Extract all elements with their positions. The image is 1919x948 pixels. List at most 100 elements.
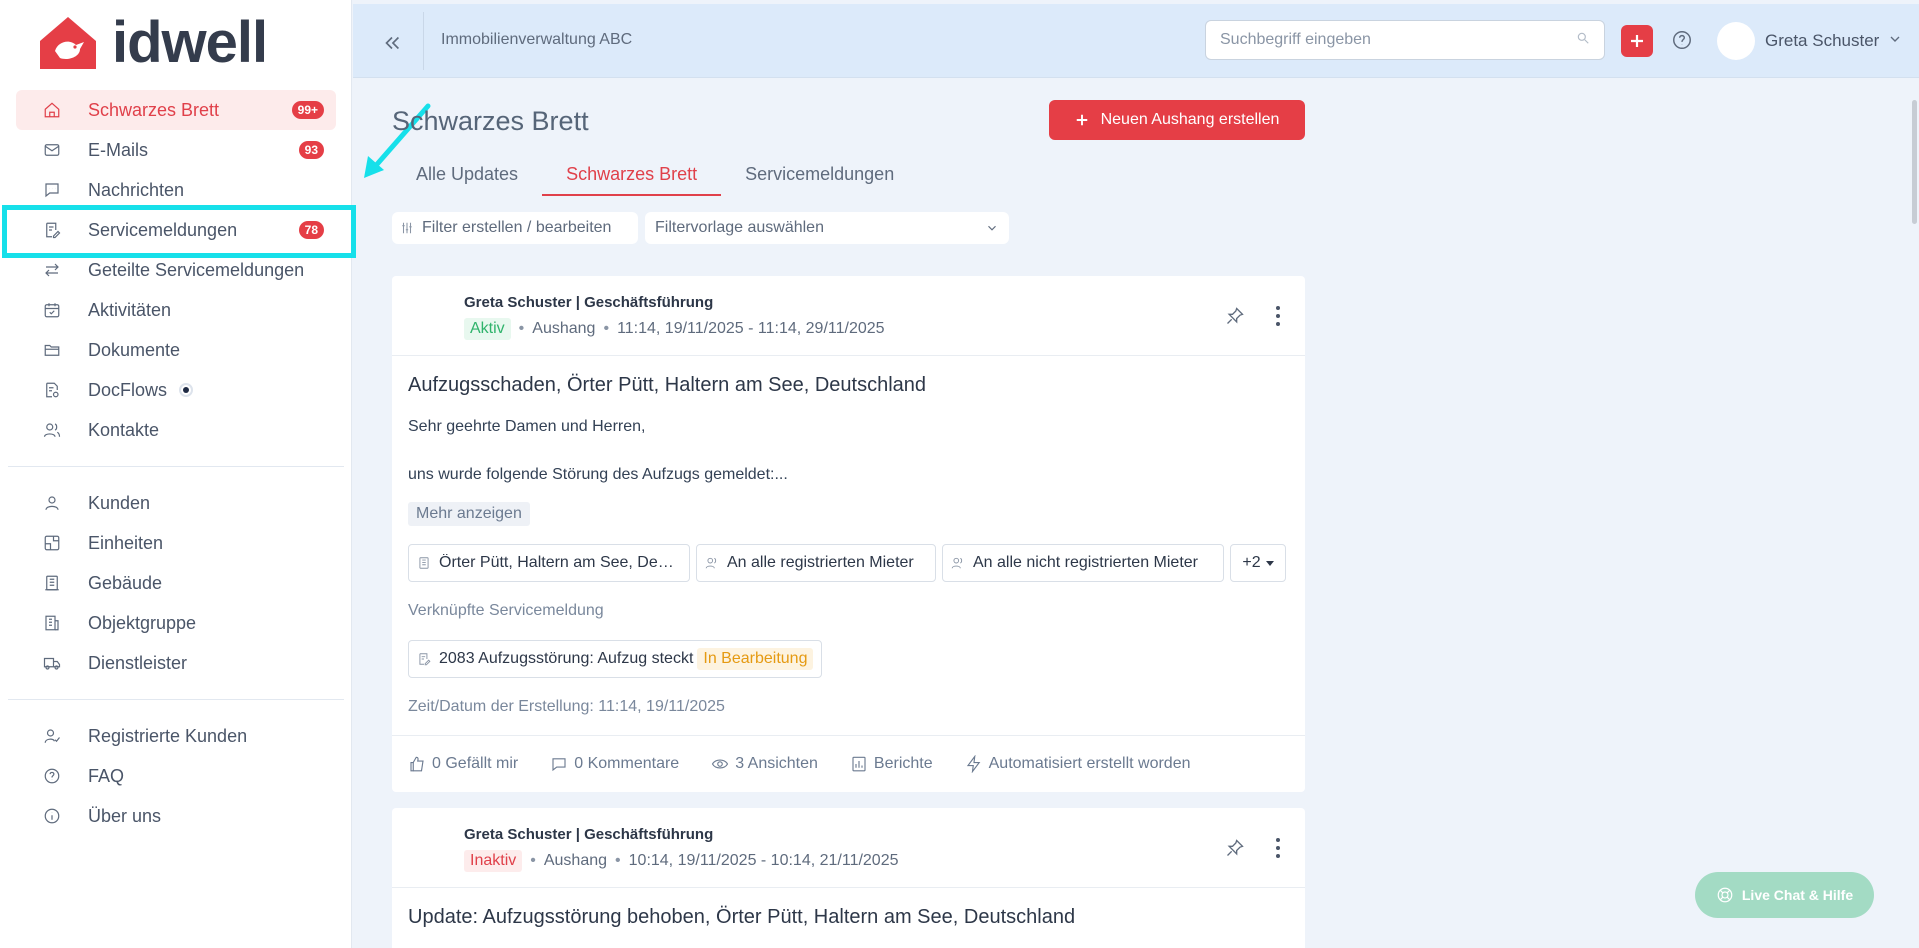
pin-button[interactable] (1225, 838, 1247, 860)
sidebar-item-dokumente[interactable]: Dokumente (16, 330, 336, 370)
sidebar-item-label: Nachrichten (88, 179, 185, 200)
filter-button[interactable]: Filter erstellen / bearbeiten (392, 212, 638, 244)
search-input[interactable] (1220, 31, 1576, 49)
unread-badge: 99+ (291, 101, 324, 119)
status-dot-icon (179, 383, 194, 397)
calendar-check-icon (42, 300, 62, 320)
info-circle-icon (42, 806, 62, 826)
more-options-button[interactable] (1271, 304, 1285, 328)
sidebar-item-label: Dienstleister (88, 652, 188, 673)
sidebar-item-servicemeldungen[interactable]: Servicemeldungen 78 (16, 210, 336, 250)
post-title[interactable]: Aufzugsschaden, Örter Pütt, Haltern am S… (408, 374, 926, 397)
sidebar-item-faq[interactable]: FAQ (16, 756, 336, 796)
building-icon (419, 557, 429, 569)
post-meta: Inaktiv • Aushang • 10:14, 19/11/2025 - … (464, 850, 899, 872)
reports-label: Berichte (873, 755, 933, 772)
linked-report-text: 2083 Aufzugsstörung: Aufzug steckt (439, 650, 694, 667)
users-icon (705, 557, 717, 569)
automation-note: Automatisiert erstellt worden (965, 755, 1190, 773)
sidebar-item-label: Einheiten (88, 532, 164, 553)
user-menu[interactable]: Greta Schuster (1717, 22, 1903, 60)
sidebar-item-label: Geteilte Servicemeldungen (88, 259, 305, 280)
pin-button[interactable] (1225, 306, 1247, 328)
filter-template-select[interactable]: Filtervorlage auswählen (645, 212, 1009, 244)
post-type: Aushang (532, 320, 596, 337)
sidebar-item-label: Servicemeldungen (88, 219, 238, 240)
sidebar-item-schwarzes-brett[interactable]: Schwarzes Brett 99+ (16, 90, 336, 130)
created-timestamp: Zeit/Datum der Erstellung: 11:14, 19/11/… (408, 698, 725, 715)
user-icon (42, 493, 62, 513)
mail-icon (42, 140, 62, 160)
sidebar-item-kunden[interactable]: Kunden (16, 483, 336, 523)
status-badge: Aktiv (464, 318, 511, 340)
show-more-button[interactable]: Mehr anzeigen (408, 502, 530, 526)
post-author[interactable]: Greta Schuster | Geschäftsführung (464, 826, 713, 843)
sidebar-nav: Schwarzes Brett 99+ E-Mails 93 Nachricht… (0, 90, 352, 836)
post-author[interactable]: Greta Schuster | Geschäftsführung (464, 294, 713, 311)
truck-icon (42, 653, 62, 673)
user-name: Greta Schuster (1765, 31, 1880, 50)
contacts-icon (42, 420, 62, 440)
sidebar-item-label: FAQ (88, 765, 125, 786)
like-button[interactable]: 0 Gefällt mir (408, 755, 518, 773)
sidebar-item-ueber-uns[interactable]: Über uns (16, 796, 336, 836)
status-badge: In Bearbeitung (697, 648, 814, 670)
sidebar-item-label: Schwarzes Brett (88, 99, 220, 120)
building-icon (42, 573, 62, 593)
service-report-icon (42, 220, 62, 240)
tab-servicemeldungen[interactable]: Servicemeldungen (721, 160, 918, 196)
avatar[interactable] (1717, 22, 1755, 60)
sidebar-item-einheiten[interactable]: Einheiten (16, 523, 336, 563)
logo-text: idwell (112, 10, 268, 75)
docflow-icon (42, 380, 62, 400)
comment-button[interactable]: 0 Kommentare (550, 755, 679, 773)
idwell-logo[interactable]: idwell (38, 10, 268, 75)
sidebar-item-objektgruppe[interactable]: Objektgruppe (16, 603, 336, 643)
live-chat-button[interactable]: Live Chat & Hilfe (1695, 872, 1874, 918)
sidebar-item-emails[interactable]: E-Mails 93 (16, 130, 336, 170)
linked-report-chip[interactable]: 2083 Aufzugsstörung: Aufzug steckt In Be… (408, 640, 823, 678)
tab-schwarzes-brett[interactable]: Schwarzes Brett (542, 160, 722, 196)
search-icon[interactable] (1576, 31, 1590, 50)
comment-count: 0 Kommentare (574, 755, 680, 772)
sidebar-item-aktivitaeten[interactable]: Aktivitäten (16, 290, 336, 330)
location-chip[interactable]: Örter Pütt, Haltern am See, Deutschland (408, 544, 690, 582)
collapse-sidebar-button[interactable] (377, 28, 407, 58)
views-button[interactable]: 3 Ansichten (711, 755, 818, 773)
user-check-icon (42, 726, 62, 746)
page-title: Schwarzes Brett (392, 106, 589, 136)
sidebar-item-nachrichten[interactable]: Nachrichten (16, 170, 336, 210)
more-options-button[interactable] (1271, 836, 1285, 860)
create-posting-button[interactable]: Neuen Aushang erstellen (1049, 100, 1305, 140)
bar-chart-icon (852, 756, 866, 772)
add-button[interactable] (1621, 25, 1653, 57)
chevron-down-icon (988, 225, 996, 231)
home-icon (42, 100, 62, 120)
page-scrollbar[interactable] (1912, 100, 1917, 224)
separator-dot: • (615, 852, 621, 869)
views-count: 3 Ansichten (735, 755, 818, 772)
top-header: Immobilienverwaltung ABC Greta Schuster (353, 4, 1919, 78)
reports-button[interactable]: Berichte (850, 755, 933, 773)
sidebar-item-docflows[interactable]: DocFlows (16, 370, 336, 410)
sidebar-item-dienstleister[interactable]: Dienstleister (16, 643, 336, 683)
post-card: Greta Schuster | Geschäftsführung Inakti… (392, 808, 1305, 948)
post-body-line: Sehr geehrte Damen und Herren, (408, 418, 646, 435)
recipient-chips: Örter Pütt, Haltern am See, Deutschland … (408, 544, 1286, 582)
separator-dot: • (518, 320, 525, 337)
search-box[interactable] (1205, 20, 1605, 60)
sidebar-item-geteilte-servicemeldungen[interactable]: Geteilte Servicemeldungen (16, 250, 336, 290)
sliders-icon (402, 222, 412, 234)
post-title[interactable]: Update: Aufzugsstörung behoben, Örter Pü… (408, 906, 1075, 929)
create-posting-label: Neuen Aushang erstellen (1100, 111, 1280, 128)
recipient-chip[interactable]: An alle nicht registrierten Mieter (942, 544, 1224, 582)
recipient-chip[interactable]: An alle registrierten Mieter (696, 544, 936, 582)
more-chips-button[interactable]: +2 (1230, 544, 1286, 582)
help-button[interactable] (1671, 29, 1693, 51)
sidebar-item-registrierte-kunden[interactable]: Registrierte Kunden (16, 716, 336, 756)
sidebar-item-gebaeude[interactable]: Gebäude (16, 563, 336, 603)
tab-alle-updates[interactable]: Alle Updates (392, 160, 542, 196)
filter-button-label: Filter erstellen / bearbeiten (422, 219, 612, 236)
chip-label: Örter Pütt, Haltern am See, Deutschland (439, 554, 681, 571)
sidebar-item-kontakte[interactable]: Kontakte (16, 410, 336, 450)
